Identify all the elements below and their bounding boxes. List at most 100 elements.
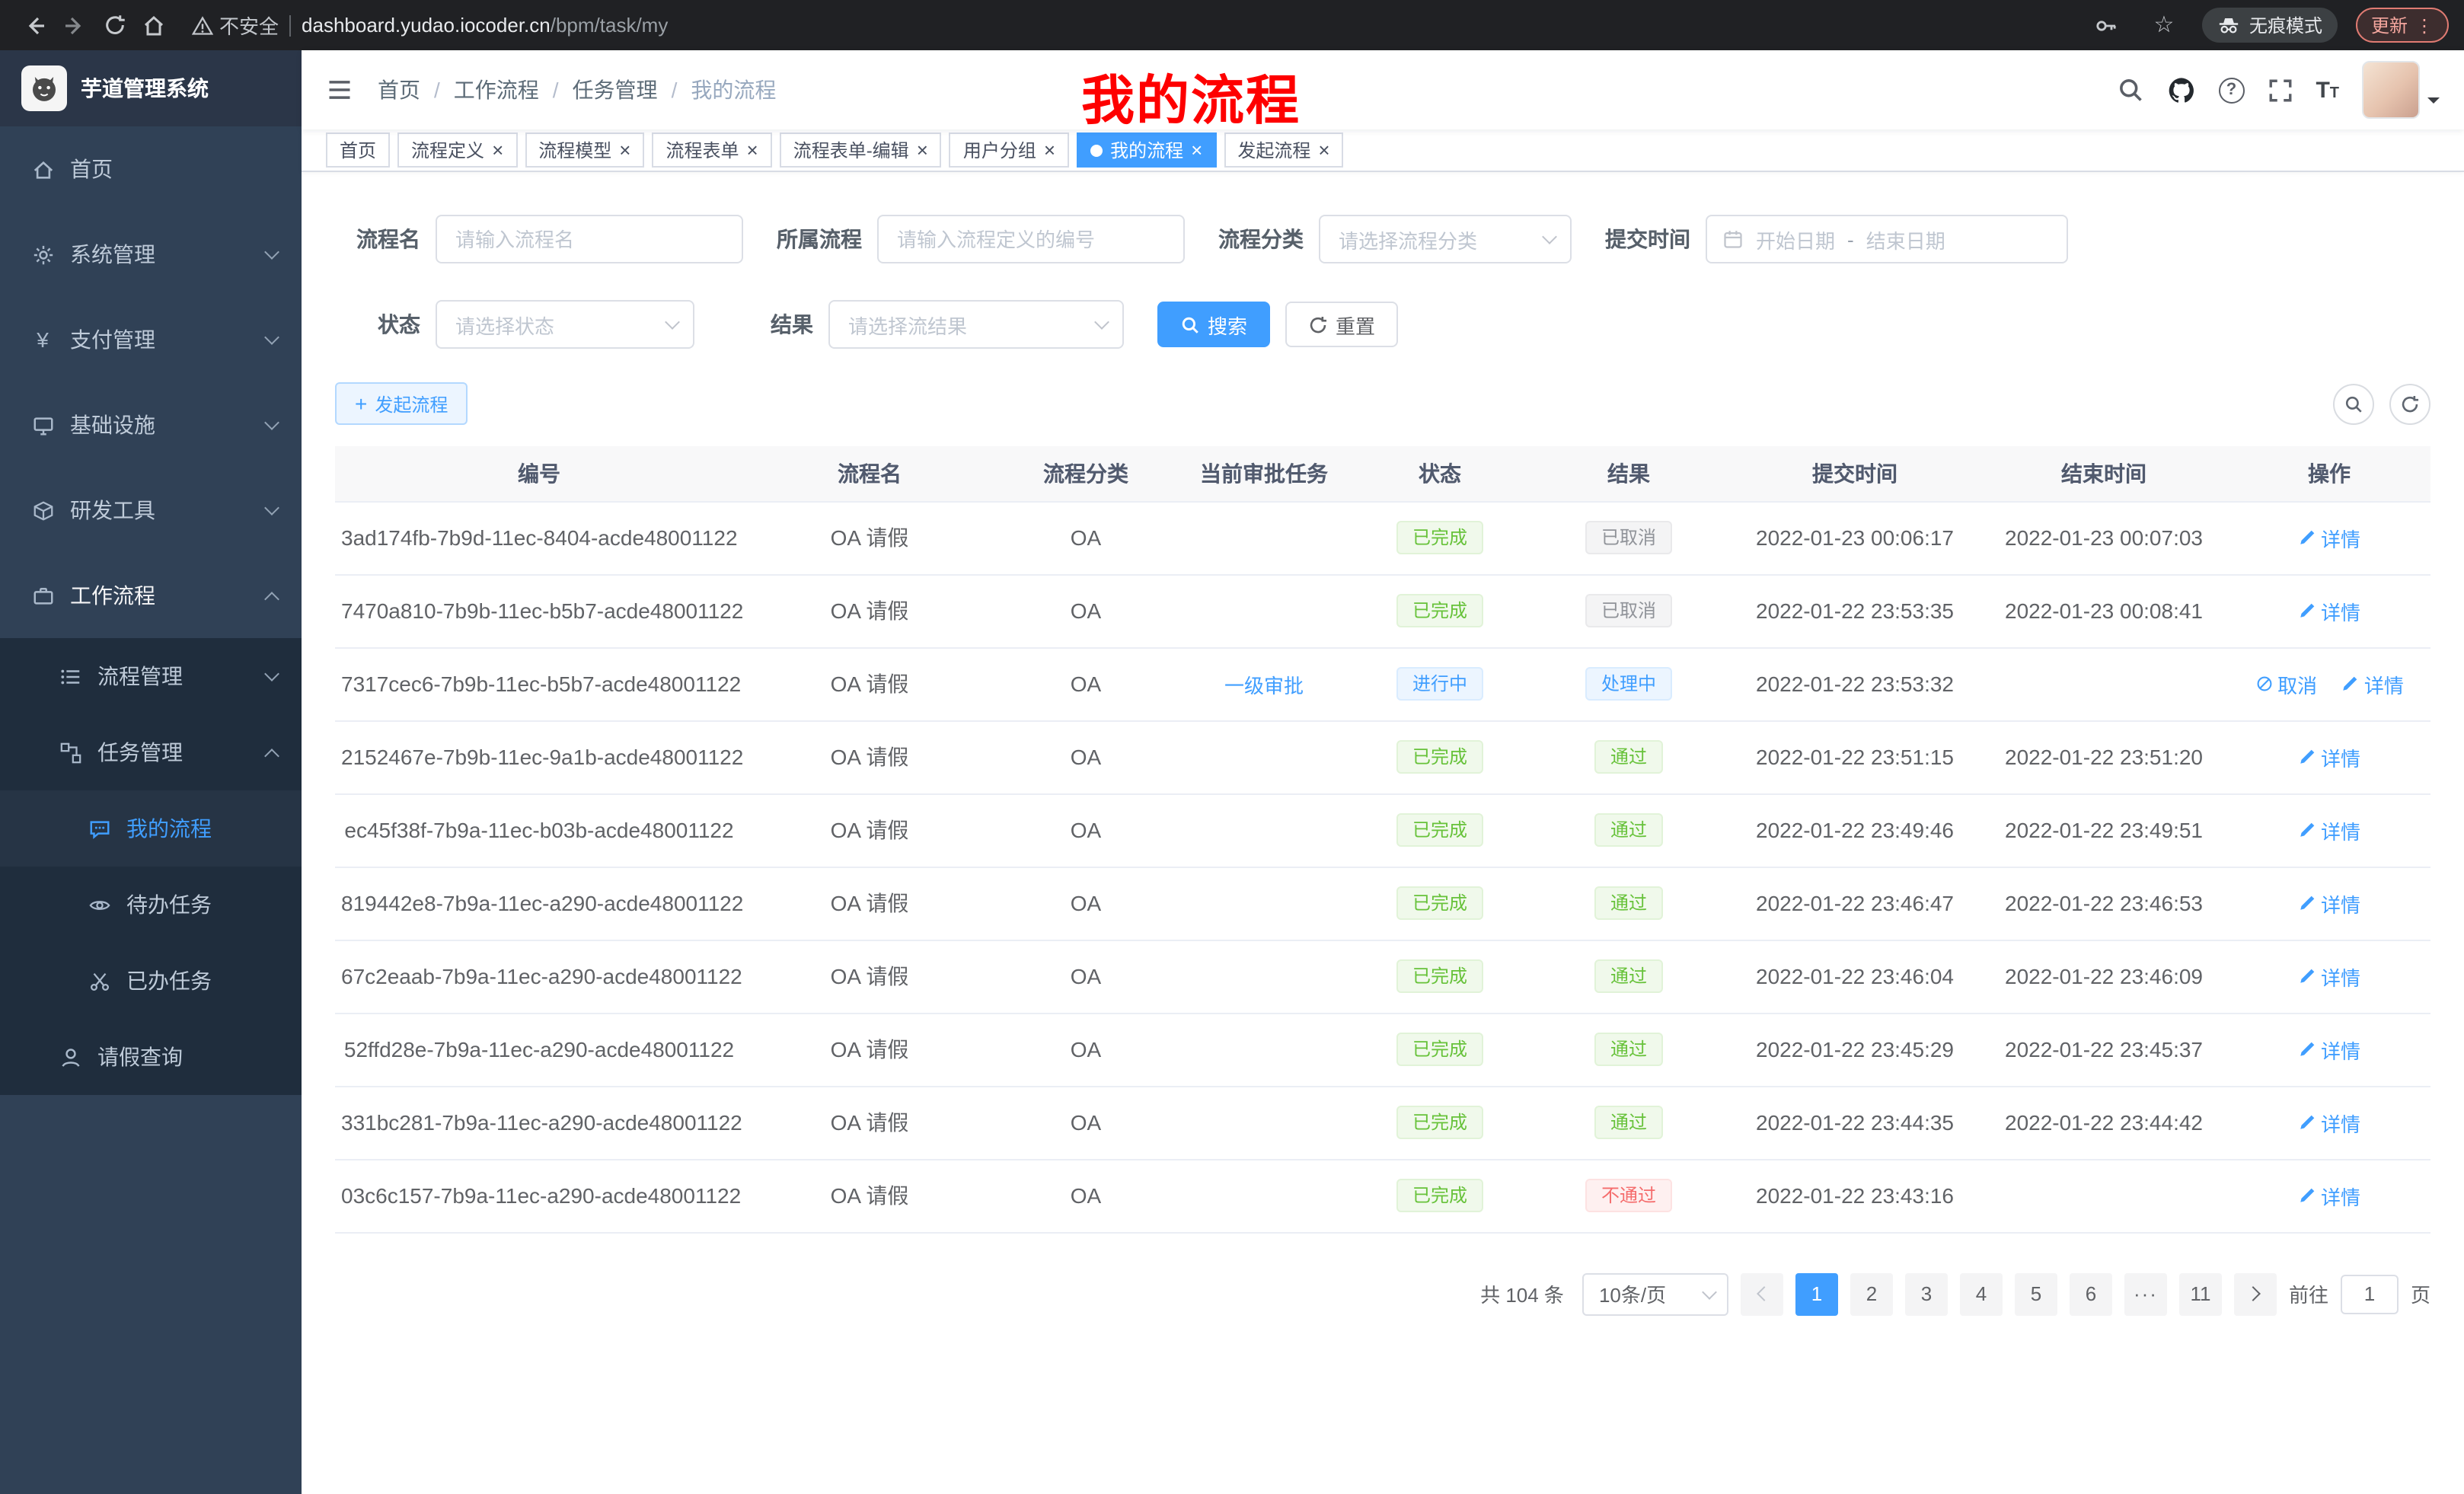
tab-close-icon[interactable]: ×	[1044, 140, 1055, 160]
process-table: 编号流程名流程分类当前审批任务状态结果提交时间结束时间操作 3ad174fb-7…	[335, 446, 2430, 1233]
next-page-button[interactable]	[2234, 1272, 2277, 1315]
sidebar-logo[interactable]: 芋道管理系统	[0, 50, 302, 126]
tab-close-icon[interactable]: ×	[1191, 140, 1202, 160]
fullscreen-icon[interactable]	[2267, 77, 2293, 103]
status-badge: 已完成	[1397, 1179, 1483, 1212]
page-url[interactable]: dashboard.yudao.iocoder.cn/bpm/task/my	[302, 14, 668, 37]
toggle-search-button[interactable]	[2333, 383, 2374, 424]
not-secure-warning[interactable]: 不安全	[192, 11, 279, 40]
current-task-link[interactable]: 一级审批	[1224, 669, 1304, 698]
cell-category: OA	[996, 793, 1176, 867]
tab-close-icon[interactable]: ×	[1318, 140, 1329, 160]
help-icon[interactable]: ?	[2218, 77, 2244, 103]
detail-link[interactable]: 详情	[2298, 523, 2360, 552]
tab-2[interactable]: 流程定义 ×	[397, 132, 517, 168]
tab-close-icon[interactable]: ×	[619, 140, 630, 160]
page-button-2[interactable]: 2	[1850, 1272, 1893, 1315]
process-def-input[interactable]	[877, 215, 1185, 263]
tab-7[interactable]: 我的流程×	[1077, 132, 1216, 168]
breadcrumb-home[interactable]: 首页	[378, 75, 420, 105]
cell-end-time: 2022-01-22 23:46:53	[1980, 867, 2228, 940]
detail-link[interactable]: 详情	[2298, 1108, 2360, 1137]
breadcrumb-task-management[interactable]: 任务管理	[573, 75, 658, 105]
detail-link[interactable]: 详情	[2341, 669, 2404, 698]
status-select[interactable]: 请选择状态	[436, 300, 694, 349]
page-button-1[interactable]: 1	[1795, 1272, 1838, 1315]
table-header-row: 编号流程名流程分类当前审批任务状态结果提交时间结束时间操作	[335, 446, 2430, 501]
browser-update-button[interactable]: 更新 ⋮	[2356, 8, 2449, 43]
chevron-down-icon	[264, 414, 279, 429]
bookmark-star-icon[interactable]: ☆	[2144, 5, 2184, 45]
font-size-icon[interactable]: TT	[2316, 78, 2339, 101]
password-key-icon[interactable]	[2086, 5, 2126, 45]
sidebar-item-task-management[interactable]: 任务管理	[0, 714, 302, 790]
detail-link[interactable]: 详情	[2298, 1035, 2360, 1064]
category-select[interactable]: 请选择流程分类	[1319, 215, 1572, 263]
avatar[interactable]	[2362, 61, 2420, 119]
tab-5[interactable]: 流程表单-编辑×	[780, 132, 942, 168]
cell-end-time: 2022-01-23 00:07:03	[1980, 501, 2228, 574]
breadcrumb-separator: /	[434, 78, 440, 102]
tab-4[interactable]: 流程表单×	[652, 132, 771, 168]
tab-1[interactable]: 首页	[326, 132, 390, 168]
page-size-select[interactable]: 10条/页	[1582, 1272, 1728, 1315]
page-button-4[interactable]: 4	[1960, 1272, 2003, 1315]
tab-label: 流程定义	[411, 137, 484, 163]
result-badge: 通过	[1595, 886, 1662, 920]
detail-link[interactable]: 详情	[2298, 1181, 2360, 1210]
browser-forward-button[interactable]	[55, 5, 94, 45]
sidebar-item-home[interactable]: 首页	[0, 126, 302, 212]
detail-link[interactable]: 详情	[2298, 962, 2360, 991]
prev-page-button[interactable]	[1741, 1272, 1783, 1315]
sidebar-item-done-tasks[interactable]: 已办任务	[0, 943, 302, 1019]
sidebar-item-workflow[interactable]: 工作流程	[0, 553, 302, 638]
detail-link[interactable]: 详情	[2298, 596, 2360, 625]
sidebar-item-leave-query[interactable]: 请假查询	[0, 1019, 302, 1095]
tab-3[interactable]: 流程模型×	[525, 132, 644, 168]
sidebar-item-infrastructure[interactable]: 基础设施	[0, 382, 302, 468]
sidebar-item-my-process[interactable]: 我的流程	[0, 790, 302, 867]
result-select[interactable]: 请选择流结果	[828, 300, 1124, 349]
tab-close-icon[interactable]: ×	[747, 140, 758, 160]
goto-page-input[interactable]	[2341, 1274, 2399, 1314]
breadcrumb-workflow[interactable]: 工作流程	[454, 75, 539, 105]
tab-8[interactable]: 发起流程×	[1224, 132, 1343, 168]
sidebar-item-payment[interactable]: ¥ 支付管理	[0, 297, 302, 382]
refresh-table-button[interactable]	[2389, 383, 2430, 424]
search-icon[interactable]	[2116, 76, 2143, 104]
date-range-picker[interactable]: 开始日期 - 结束日期	[1706, 215, 2068, 263]
detail-link[interactable]: 详情	[2298, 889, 2360, 918]
page-button-11[interactable]: 11	[2179, 1272, 2222, 1315]
page-button-6[interactable]: 6	[2070, 1272, 2112, 1315]
github-icon[interactable]	[2166, 75, 2195, 104]
sidebar-item-process-management[interactable]: 流程管理	[0, 638, 302, 714]
hamburger-icon[interactable]	[326, 76, 353, 104]
goto-label: 前往	[2289, 1279, 2328, 1308]
browser-back-button[interactable]	[15, 5, 55, 45]
user-menu[interactable]	[2362, 61, 2440, 119]
detail-link[interactable]: 详情	[2298, 742, 2360, 771]
reset-button[interactable]: 重置	[1285, 302, 1398, 347]
browser-menu-icon[interactable]: ⋮	[2415, 14, 2434, 36]
sidebar-item-system[interactable]: 系统管理	[0, 212, 302, 297]
more-pages-button[interactable]: ···	[2124, 1272, 2167, 1315]
process-name-input[interactable]	[436, 215, 743, 263]
sidebar-item-todo-tasks[interactable]: 待办任务	[0, 867, 302, 943]
tab-6[interactable]: 用户分组×	[950, 132, 1069, 168]
browser-reload-button[interactable]	[94, 5, 134, 45]
cell-submit-time: 2022-01-22 23:53:32	[1730, 647, 1980, 720]
detail-link[interactable]: 详情	[2298, 816, 2360, 844]
sidebar-item-label: 工作流程	[70, 580, 155, 611]
cell-category: OA	[996, 501, 1176, 574]
browser-home-button[interactable]	[134, 5, 174, 45]
tab-close-icon[interactable]: ×	[492, 140, 503, 160]
search-button[interactable]: 搜索	[1157, 302, 1270, 347]
page-button-3[interactable]: 3	[1905, 1272, 1948, 1315]
address-bar[interactable]: 不安全 dashboard.yudao.iocoder.cn/bpm/task/…	[192, 11, 668, 40]
sidebar-item-devtools[interactable]: 研发工具	[0, 468, 302, 553]
page-button-5[interactable]: 5	[2015, 1272, 2057, 1315]
tab-close-icon[interactable]: ×	[917, 140, 928, 160]
create-process-button[interactable]: + 发起流程	[335, 382, 468, 425]
cell-current-task	[1176, 574, 1352, 647]
cancel-link[interactable]: 取消	[2255, 669, 2317, 698]
